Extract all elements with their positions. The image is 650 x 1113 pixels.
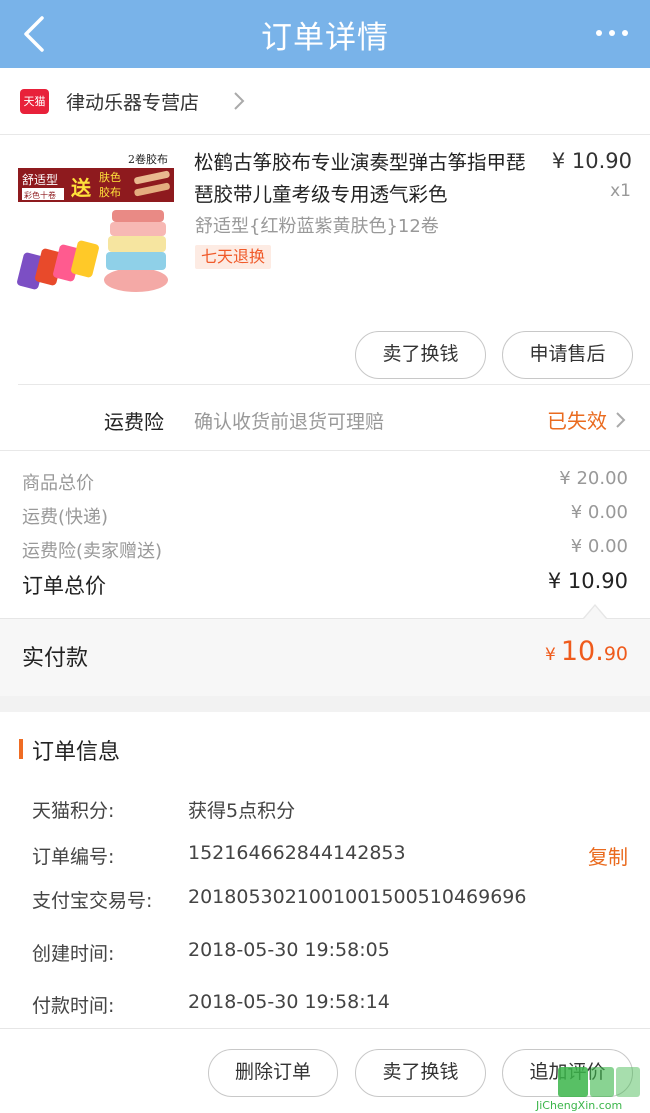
paid-integer: 10. [560, 636, 604, 667]
insurance-fee-label: 运费险(卖家赠送) [22, 541, 163, 562]
goods-total-label: 商品总价 [22, 473, 94, 494]
sell-for-cash-button[interactable]: 卖了换钱 [355, 331, 486, 379]
goods-total-value: ¥ 20.00 [559, 468, 628, 489]
image-right2-text: 胶布 [99, 185, 121, 199]
product-spec: 舒适型{红粉蓝紫黄肤色}12卷 [195, 216, 439, 237]
created-time-key: 创建时间: [32, 943, 115, 965]
nav-header: 订单详情 [0, 0, 650, 68]
image-right-text: 肤色 [99, 170, 121, 184]
copy-order-number-button[interactable]: 复制 [588, 841, 628, 870]
order-total-label: 订单总价 [22, 574, 106, 598]
paid-decimal: 90 [603, 643, 628, 665]
watermark-text: JiChengXin.com [535, 1099, 622, 1112]
shipping-insurance-desc: 确认收货前退货可理赔 [194, 411, 385, 433]
paid-time-value: 2018-05-30 19:58:14 [188, 991, 390, 1013]
delete-order-button[interactable]: 删除订单 [208, 1049, 338, 1097]
created-time-value: 2018-05-30 19:58:05 [188, 939, 390, 961]
image-badge-text: 2卷胶布 [128, 152, 168, 166]
points-key: 天猫积分: [32, 800, 115, 822]
more-options-icon[interactable] [592, 18, 632, 48]
section-accent-bar [19, 739, 23, 759]
image-gift-text: 送 [71, 176, 92, 200]
paid-label: 实付款 [22, 646, 89, 671]
paid-amount: ¥ 10.90 [545, 636, 628, 667]
pointer-notch-fill [584, 606, 606, 619]
page-title: 订单详情 [261, 20, 389, 56]
section-gap [0, 696, 650, 712]
paid-currency: ¥ [544, 645, 556, 665]
chevron-right-icon [234, 92, 245, 110]
product-image[interactable]: 2卷胶布 舒适型 彩色十卷 送 肤色 胶布 [16, 148, 176, 308]
shipping-fee-value: ¥ 0.00 [570, 502, 628, 523]
image-left-sub-text: 彩色十卷 [24, 190, 56, 200]
insurance-status[interactable]: 已失效 [547, 405, 607, 434]
product-quantity: x1 [610, 181, 631, 201]
paid-time-key: 付款时间: [32, 995, 115, 1017]
sell-for-cash-button[interactable]: 卖了换钱 [355, 1049, 486, 1097]
shipping-insurance-label: 运费险 [104, 410, 164, 434]
alipay-trade-value: 2018053021001001500510469696 [188, 886, 527, 908]
after-sale-button[interactable]: 申请售后 [502, 331, 633, 379]
order-info-title: 订单信息 [32, 740, 121, 765]
order-number-key: 订单编号: [32, 846, 115, 868]
shipping-fee-label: 运费(快递) [22, 507, 109, 528]
tmall-logo-icon: 天猫 [20, 89, 49, 114]
store-name[interactable]: 律动乐器专营店 [66, 88, 199, 115]
chevron-right-icon[interactable] [614, 410, 628, 430]
insurance-fee-value: ¥ 0.00 [570, 536, 628, 557]
product-title[interactable]: 松鹤古筝胶布专业演奏型弹古筝指甲琵琶胶带儿童考级专用透气彩色 [194, 147, 539, 211]
site-watermark-logo: JiChengXin.com [535, 1067, 640, 1112]
product-price: ¥ 10.90 [551, 149, 632, 173]
store-row[interactable]: 天猫 律动乐器专营店 [0, 68, 650, 134]
divider [0, 450, 650, 451]
image-left-text: 舒适型 [22, 173, 58, 187]
order-number-value: 152164662844142853 [188, 842, 406, 864]
divider [18, 384, 650, 385]
return-policy-badge: 七天退换 [195, 245, 272, 269]
points-value: 获得5点积分 [188, 800, 296, 822]
alipay-trade-key: 支付宝交易号: [32, 890, 153, 912]
order-total-value: ¥ 10.90 [547, 569, 628, 593]
divider [0, 134, 650, 135]
